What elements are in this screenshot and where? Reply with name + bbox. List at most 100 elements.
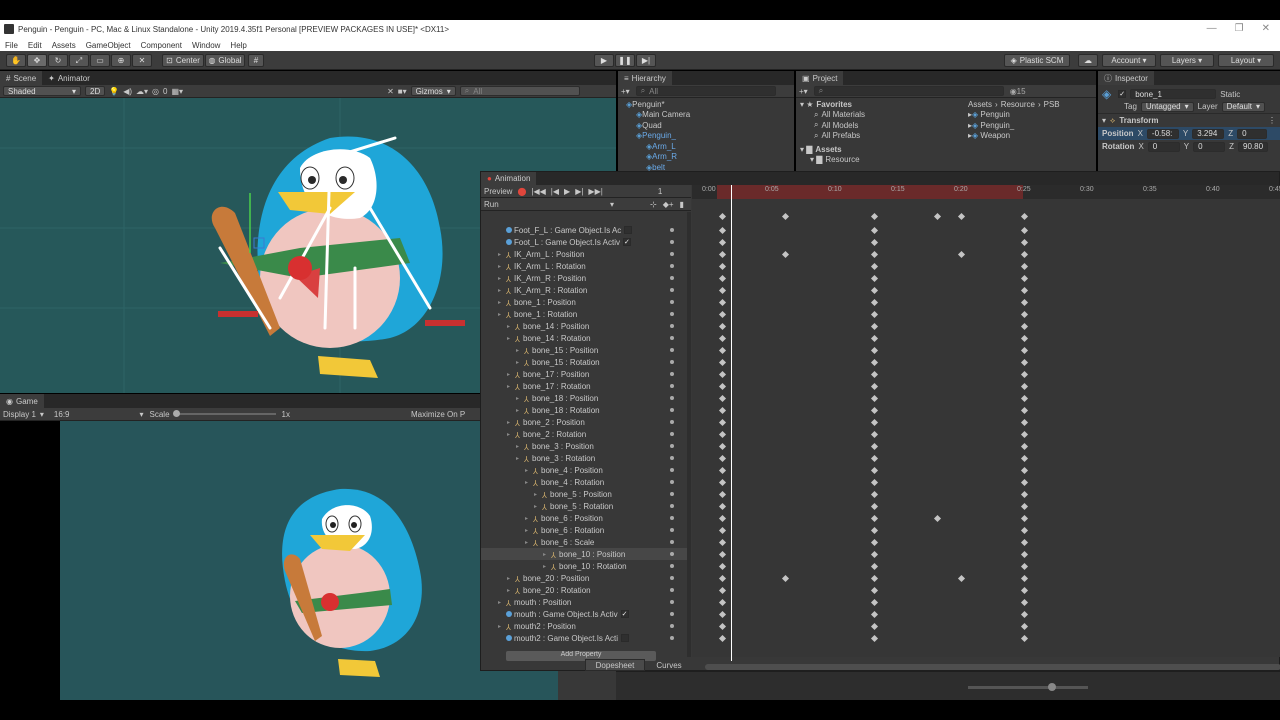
expand-arrow-icon[interactable]: ▸	[525, 479, 533, 486]
expand-arrow-icon[interactable]: ▸	[507, 335, 515, 342]
keyframe[interactable]	[870, 322, 879, 331]
keyframe[interactable]	[718, 238, 727, 247]
property-value-checkbox[interactable]: ✓	[622, 238, 631, 246]
keyframe[interactable]	[870, 526, 879, 535]
add-keyframe-icon[interactable]: ◆+	[663, 200, 674, 209]
keyframe[interactable]	[1020, 298, 1029, 307]
expand-arrow-icon[interactable]: ▸	[498, 275, 506, 282]
maximize-on-play-toggle[interactable]: Maximize On P	[411, 410, 465, 419]
keyframe[interactable]	[1020, 310, 1029, 319]
menu-help[interactable]: Help	[230, 41, 246, 50]
plastic-scm-button[interactable]: ◈ Plastic SCM	[1004, 54, 1070, 67]
property-menu-icon[interactable]	[670, 612, 674, 616]
play-button[interactable]: ▶	[594, 54, 614, 67]
keyframe[interactable]	[718, 610, 727, 619]
keyframe[interactable]	[870, 334, 879, 343]
filter-icon[interactable]: ⊹	[650, 200, 657, 209]
animation-property-row[interactable]: ▸ ⅄ bone_4 : Position	[481, 464, 687, 476]
keyframe[interactable]	[718, 250, 727, 259]
menu-component[interactable]: Component	[141, 41, 182, 50]
keyframe[interactable]	[870, 418, 879, 427]
keyframe[interactable]	[870, 574, 879, 583]
zoom-slider[interactable]	[968, 683, 1088, 691]
property-menu-icon[interactable]	[670, 588, 674, 592]
keyframe[interactable]	[1020, 574, 1029, 583]
keyframe[interactable]	[870, 634, 879, 643]
property-menu-icon[interactable]	[670, 300, 674, 304]
keyframe[interactable]	[1020, 334, 1029, 343]
rotation-y-field[interactable]: 0	[1193, 141, 1226, 152]
tab-project[interactable]: ▣ Project	[796, 71, 844, 85]
snap-grid-button[interactable]: #	[248, 54, 264, 67]
animation-property-row[interactable]: ▸ ⅄ bone_5 : Position	[481, 488, 687, 500]
account-dropdown[interactable]: Account ▾	[1102, 54, 1156, 67]
keyframe[interactable]	[718, 382, 727, 391]
favorites-header[interactable]: ▾ ★ Favorites	[800, 99, 965, 110]
expand-arrow-icon[interactable]: ▸	[507, 383, 515, 390]
keyframe[interactable]	[1020, 526, 1029, 535]
add-object-button[interactable]: +▾	[621, 87, 630, 96]
shading-dropdown[interactable]: Shaded ▾	[3, 86, 81, 96]
keyframe[interactable]	[870, 442, 879, 451]
position-x-field[interactable]: -0.58:	[1146, 128, 1179, 139]
global-space-button[interactable]: ◍ Global	[205, 54, 245, 67]
penguin-sprite[interactable]	[211, 136, 465, 378]
keyframe[interactable]	[1020, 622, 1029, 631]
pause-button[interactable]: ❚❚	[615, 54, 635, 67]
keyframe[interactable]	[718, 406, 727, 415]
animation-property-row[interactable]: ▸ ⅄ bone_10 : Rotation	[481, 560, 687, 572]
record-button[interactable]: ⬤	[517, 187, 526, 196]
keyframe[interactable]	[718, 454, 727, 463]
keyframe[interactable]	[718, 418, 727, 427]
property-value-checkbox[interactable]	[621, 634, 630, 642]
layout-dropdown[interactable]: Layout ▾	[1218, 54, 1274, 67]
property-menu-icon[interactable]	[670, 372, 674, 376]
keyframe[interactable]	[1020, 634, 1029, 643]
animation-property-row[interactable]: ▸ ⅄ mouth2 : Position	[481, 620, 687, 632]
expand-arrow-icon[interactable]: ▸	[507, 323, 515, 330]
property-menu-icon[interactable]	[670, 324, 674, 328]
hierarchy-item[interactable]: ◈ Penguin_	[618, 131, 794, 142]
animation-property-row[interactable]: ▸ ⅄ bone_4 : Rotation	[481, 476, 687, 488]
keyframe[interactable]	[718, 442, 727, 451]
expand-arrow-icon[interactable]: ▸	[516, 395, 524, 402]
keyframe[interactable]	[718, 634, 727, 643]
keyframe[interactable]	[870, 610, 879, 619]
keyframe[interactable]	[718, 322, 727, 331]
keyframe[interactable]	[1020, 550, 1029, 559]
keyframe[interactable]	[870, 430, 879, 439]
keyframe[interactable]	[1020, 502, 1029, 511]
keyframe[interactable]	[718, 526, 727, 535]
keyframe[interactable]	[1020, 418, 1029, 427]
expand-arrow-icon[interactable]: ▸	[498, 251, 506, 258]
keyframe[interactable]	[1020, 598, 1029, 607]
animation-property-row[interactable]: ▸ ⅄ bone_3 : Rotation	[481, 452, 687, 464]
animation-property-row[interactable]: ▸ ⅄ bone_6 : Rotation	[481, 524, 687, 536]
expand-arrow-icon[interactable]: ▸	[498, 311, 506, 318]
keyframe[interactable]	[1020, 466, 1029, 475]
expand-arrow-icon[interactable]: ▸	[507, 431, 515, 438]
animation-property-row[interactable]: ▸ ⅄ IK_Arm_R : Rotation	[481, 284, 687, 296]
keyframe[interactable]	[1020, 262, 1029, 271]
breadcrumb-item[interactable]: Resource	[1001, 100, 1035, 109]
expand-arrow-icon[interactable]: ▸	[516, 347, 524, 354]
animation-property-row[interactable]: ▸ ⅄ bone_2 : Position	[481, 416, 687, 428]
keyframe[interactable]	[718, 334, 727, 343]
file-item[interactable]: ▸ ◈ Weapon	[968, 131, 1096, 142]
property-scrollbar[interactable]	[687, 212, 691, 657]
expand-arrow-icon[interactable]: ▸	[525, 515, 533, 522]
keyframe[interactable]	[1020, 382, 1029, 391]
keyframe[interactable]	[870, 298, 879, 307]
expand-arrow-icon[interactable]: ▸	[507, 371, 515, 378]
menu-edit[interactable]: Edit	[28, 41, 42, 50]
dopesheet-tab[interactable]: Dopesheet	[585, 659, 645, 671]
tab-animator[interactable]: ✦ Animator	[42, 71, 96, 85]
keyframe[interactable]	[870, 286, 879, 295]
property-menu-icon[interactable]	[670, 456, 674, 460]
expand-arrow-icon[interactable]: ▸	[507, 419, 515, 426]
keyframe[interactable]	[718, 262, 727, 271]
property-menu-icon[interactable]	[670, 264, 674, 268]
keyframe[interactable]	[870, 466, 879, 475]
active-checkbox[interactable]: ✓	[1118, 90, 1127, 98]
keyframe[interactable]	[1020, 250, 1029, 259]
